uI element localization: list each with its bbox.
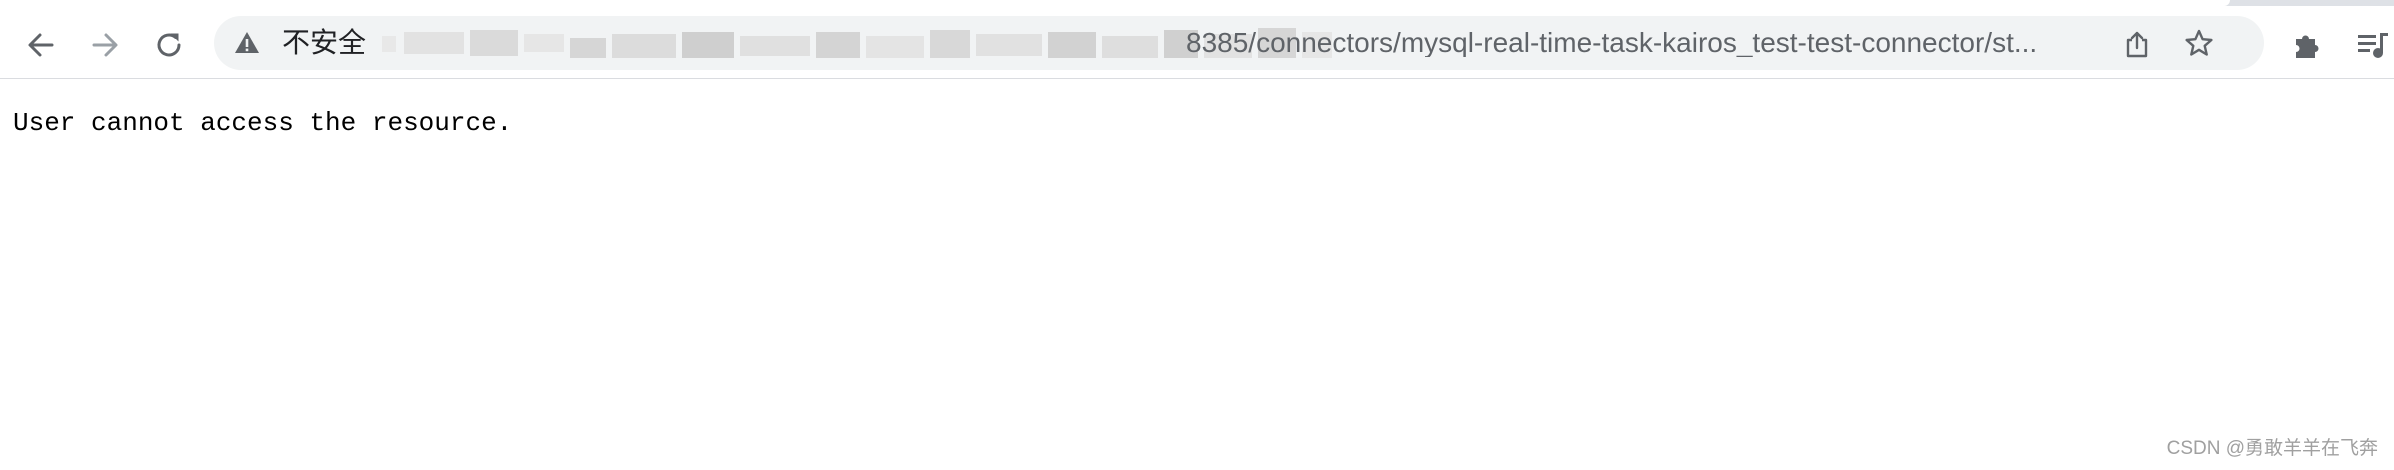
address-url-text[interactable]: 8385/connectors/mysql-real-time-task-kai… bbox=[1186, 29, 2192, 57]
reload-button[interactable] bbox=[148, 24, 190, 66]
back-button[interactable] bbox=[20, 24, 62, 66]
puzzle-piece-icon[interactable] bbox=[2292, 30, 2324, 62]
media-queue-icon[interactable] bbox=[2356, 30, 2390, 60]
browser-toolbar: 不安全 8385/connectors/mysql-real-time-task… bbox=[0, 6, 2394, 79]
watermark-text: CSDN @勇敢羊羊在飞奔 bbox=[2166, 438, 2378, 459]
forward-button[interactable] bbox=[84, 24, 126, 66]
arrow-right-icon bbox=[92, 33, 118, 57]
warning-triangle-icon[interactable] bbox=[234, 30, 260, 56]
arrow-left-icon bbox=[28, 33, 54, 57]
address-bar[interactable]: 不安全 8385/connectors/mysql-real-time-task… bbox=[214, 16, 2264, 70]
security-status-label[interactable]: 不安全 bbox=[282, 29, 366, 57]
reload-icon bbox=[157, 33, 181, 57]
star-icon[interactable] bbox=[2184, 28, 2214, 58]
error-message: User cannot access the resource. bbox=[13, 108, 513, 138]
share-icon[interactable] bbox=[2124, 30, 2150, 58]
